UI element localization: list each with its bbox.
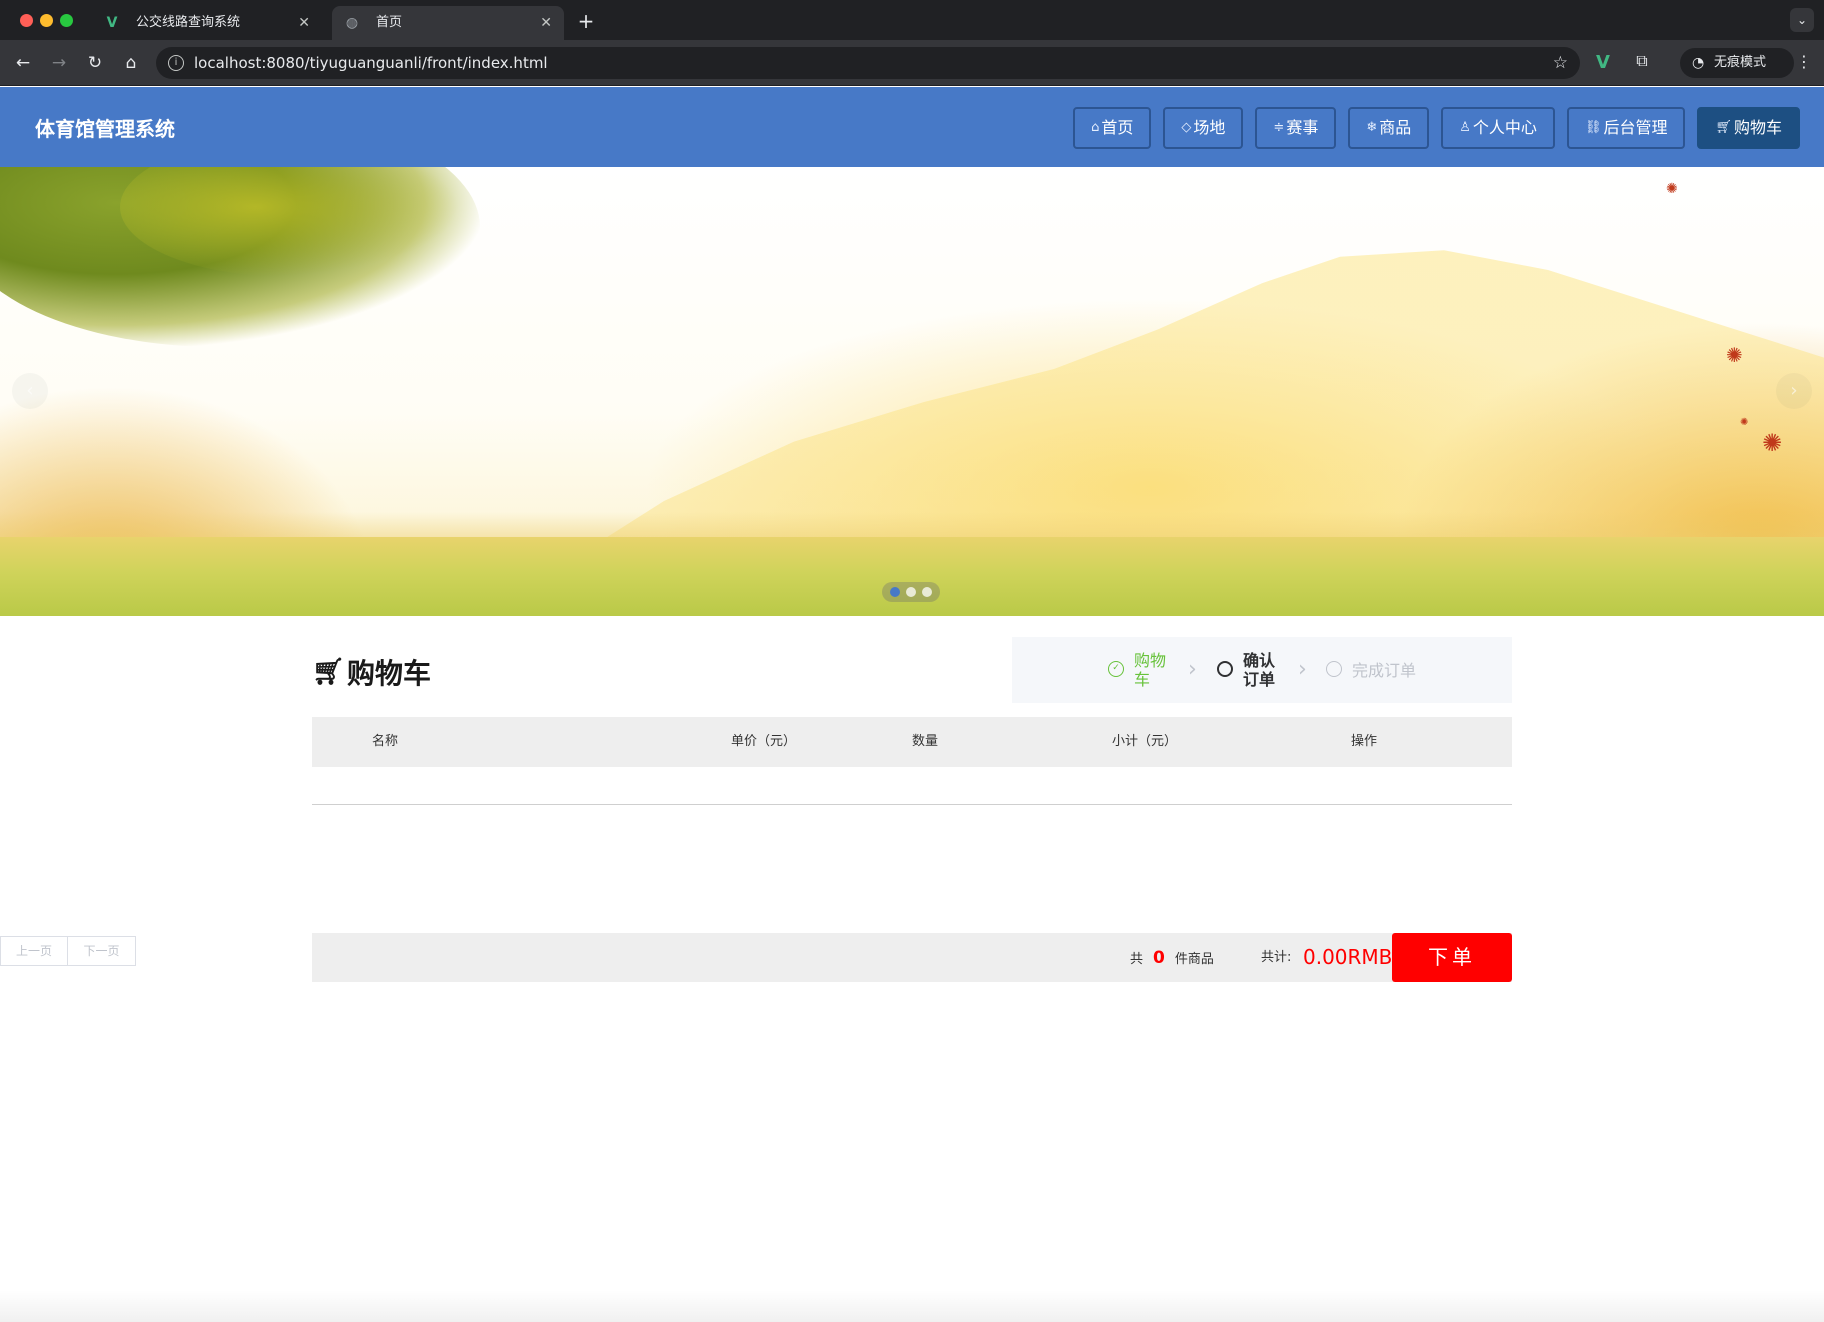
banner-grass-art [0, 537, 1824, 616]
nav-venue-button[interactable]: ◇ 场地 [1163, 107, 1244, 149]
circle-icon [1326, 661, 1342, 677]
site-info-icon[interactable]: i [168, 55, 184, 71]
main-nav: ⌂ 首页 ◇ 场地 ≑ 赛事 ❄ 商品 ♙ 个人中心 ⛓ 后台管理 🛒︎ 购物车 [1073, 107, 1800, 149]
step-cart: ✓ 购物车 [1108, 651, 1168, 689]
site-header: 体育馆管理系统 ⌂ 首页 ◇ 场地 ≑ 赛事 ❄ 商品 ♙ 个人中心 ⛓ 后台管… [0, 87, 1824, 167]
banner-carousel: ✺ ✺ ✺ ✺ ‹ › [0, 167, 1824, 616]
column-header-name: 名称 [372, 734, 399, 749]
incognito-label: 无痕模式 [1714, 55, 1767, 70]
total-amount: 0.00RMB [1303, 945, 1393, 969]
address-bar[interactable]: i localhost:8080/tiyuguanguanli/front/in… [156, 47, 1580, 79]
order-steps: ✓ 购物车 › 确认订单 › 完成订单 [1012, 637, 1512, 703]
circle-icon [1217, 661, 1233, 677]
window-close-button[interactable] [20, 14, 33, 27]
user-icon: ♙ [1459, 120, 1471, 135]
nav-cart-button[interactable]: 🛒︎ 购物车 [1697, 107, 1800, 149]
window-zoom-button[interactable] [60, 14, 73, 27]
tab-close-icon[interactable]: ✕ [298, 6, 310, 40]
browser-tab-bar: V 公交线路查询系统 ✕ ◍ 首页 ✕ + ⌄ [0, 0, 1824, 40]
cart-summary-bar: 共 0 件商品 共计: 0.00RMB 下单 [312, 933, 1512, 982]
bookmark-star-icon[interactable]: ☆ [1553, 47, 1568, 79]
nav-goods-button[interactable]: ❄ 商品 [1348, 107, 1430, 149]
step-label: 完成订单 [1352, 661, 1417, 680]
nav-profile-button[interactable]: ♙ 个人中心 [1441, 107, 1555, 149]
nav-label: 商品 [1379, 118, 1412, 137]
prev-page-button[interactable]: 上一页 [0, 936, 68, 966]
incognito-badge[interactable]: ◔ 无痕模式 [1680, 48, 1794, 78]
link-icon: ⛓ [1584, 120, 1602, 135]
carousel-dot-3[interactable] [922, 587, 932, 597]
count-prefix: 共 [1130, 952, 1144, 967]
maple-leaf-icon: ✺ [1666, 181, 1678, 197]
home-icon: ⌂ [1091, 120, 1100, 135]
pagination: 上一页 下一页 [0, 936, 136, 966]
step-label: 确认订单 [1243, 651, 1276, 689]
cart-icon: 🛒︎ [1715, 120, 1732, 135]
step-complete: 完成订单 [1326, 651, 1416, 680]
site-title: 体育馆管理系统 [35, 117, 175, 141]
vue-devtools-icon[interactable]: V [1596, 52, 1610, 73]
nav-home-button[interactable]: ⌂ 首页 [1073, 107, 1152, 149]
check-circle-icon: ✓ [1108, 661, 1124, 677]
incognito-icon: ◔ [1692, 55, 1705, 71]
item-count: 共 0 件商品 [1130, 933, 1214, 982]
new-tab-button[interactable]: + [572, 8, 600, 36]
place-order-button[interactable]: 下单 [1392, 933, 1512, 982]
nav-event-button[interactable]: ≑ 赛事 [1255, 107, 1337, 149]
back-arrow-icon[interactable]: ← [10, 50, 36, 76]
nav-label: 后台管理 [1603, 118, 1668, 137]
carousel-prev-arrow-icon[interactable]: ‹ [12, 373, 48, 409]
cart-icon: 🛒︎ [312, 657, 346, 687]
window-minimize-button[interactable] [40, 14, 53, 27]
column-header-actions: 操作 [1351, 734, 1378, 749]
reload-icon[interactable]: ↻ [82, 50, 108, 76]
column-header-subtotal: 小计（元） [1112, 734, 1178, 749]
nav-admin-button[interactable]: ⛓ 后台管理 [1566, 107, 1686, 149]
count-value: 0 [1153, 947, 1165, 968]
carousel-next-arrow-icon[interactable]: › [1776, 373, 1812, 409]
forward-arrow-icon[interactable]: → [46, 50, 72, 76]
sliders-icon: ≑ [1273, 120, 1285, 135]
browser-toolbar: ← → ↻ ⌂ i localhost:8080/tiyuguanguanli/… [0, 40, 1824, 86]
next-page-button[interactable]: 下一页 [68, 936, 136, 966]
tab-title: 首页 [376, 15, 403, 30]
column-header-price: 单价（元） [731, 734, 797, 749]
extensions-puzzle-icon[interactable]: ⧉ [1632, 51, 1652, 71]
chevron-right-icon: › [1298, 657, 1307, 682]
carousel-dot-1[interactable] [890, 587, 900, 597]
step-label: 购物车 [1134, 651, 1167, 689]
tab-close-icon[interactable]: ✕ [540, 6, 552, 40]
column-header-quantity: 数量 [912, 734, 939, 749]
url-text: localhost:8080/tiyuguanguanli/front/inde… [194, 54, 548, 72]
page-title: 🛒︎ 购物车 [312, 652, 431, 692]
chevron-right-icon: › [1188, 657, 1197, 682]
page-bottom-shadow [0, 1290, 1824, 1322]
cart-title-text: 购物车 [347, 657, 432, 690]
maple-leaf-icon: ✺ [1726, 343, 1743, 367]
nav-label: 首页 [1101, 118, 1134, 137]
nav-label: 赛事 [1286, 118, 1319, 137]
tab-title: 公交线路查询系统 [136, 15, 241, 30]
nav-label: 购物车 [1733, 118, 1782, 137]
total-label: 共计: [1261, 950, 1292, 965]
count-suffix: 件商品 [1174, 952, 1214, 967]
globe-icon: ◍ [345, 15, 359, 31]
carousel-dot-2[interactable] [906, 587, 916, 597]
maple-leaf-icon: ✺ [1762, 429, 1783, 457]
nav-label: 场地 [1193, 118, 1226, 137]
snowflake-icon: ❄ [1366, 120, 1378, 135]
browser-tab-2[interactable]: ◍ 首页 ✕ [332, 6, 564, 40]
vue-icon: V [106, 15, 118, 31]
nav-label: 个人中心 [1472, 118, 1537, 137]
step-confirm: 确认订单 [1217, 651, 1277, 689]
home-icon[interactable]: ⌂ [118, 50, 144, 76]
carousel-indicators [882, 582, 940, 602]
tab-search-chevron-icon[interactable]: ⌄ [1790, 8, 1814, 32]
cart-table-header: 名称 单价（元） 数量 小计（元） 操作 [312, 717, 1512, 767]
browser-tab-1[interactable]: V 公交线路查询系统 ✕ [92, 6, 322, 40]
more-menu-icon[interactable]: ⋮ [1796, 52, 1812, 72]
tag-icon: ◇ [1181, 120, 1192, 135]
cart-table-divider [312, 804, 1512, 805]
maple-leaf-icon: ✺ [1740, 417, 1749, 428]
